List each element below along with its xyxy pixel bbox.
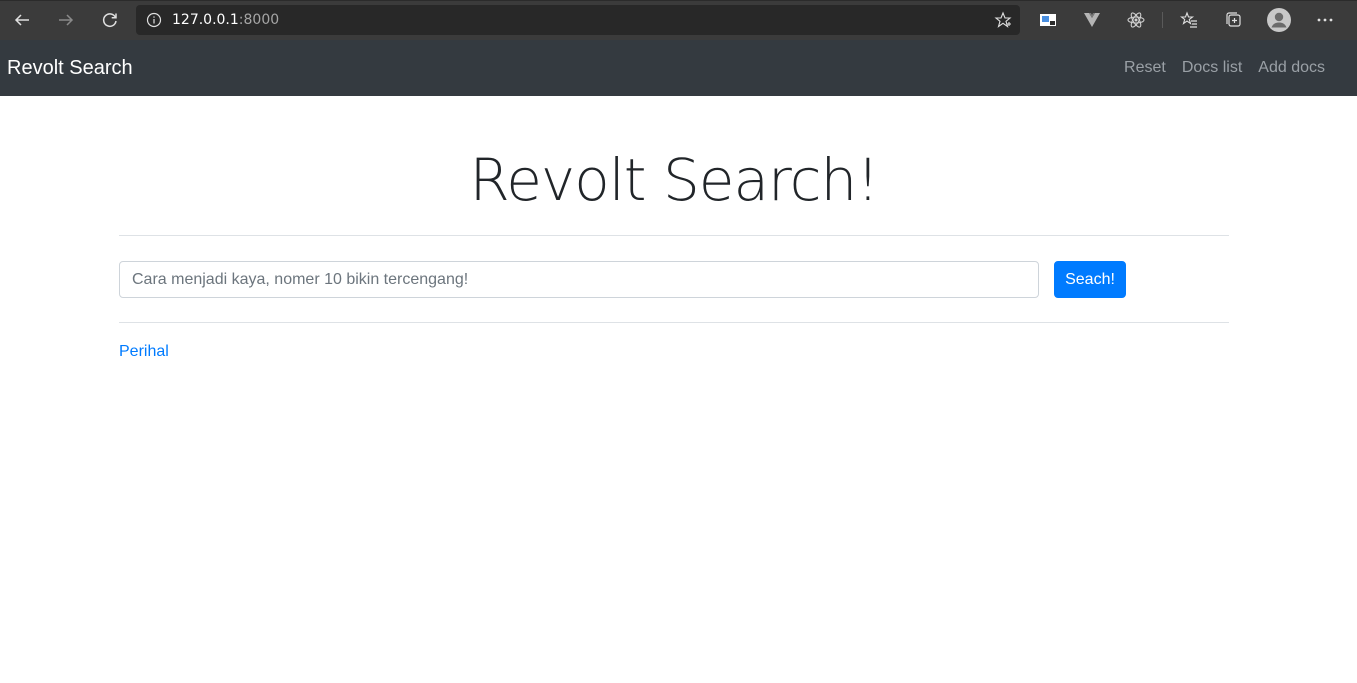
toolbar-separator [1162, 12, 1163, 28]
page-title: Revolt Search! [469, 146, 880, 214]
collections-icon [1226, 12, 1241, 27]
divider-top [119, 235, 1229, 236]
app-navbar: Revolt Search Reset Docs list Add docs [0, 40, 1357, 96]
profile-avatar-icon [1267, 8, 1291, 32]
star-icon [994, 11, 1012, 28]
browser-toolbar: 127.0.0.1:8000 [0, 0, 1357, 40]
add-favorite-button[interactable] [994, 11, 1012, 29]
favorites-button[interactable] [1171, 0, 1207, 40]
navbar-brand[interactable]: Revolt Search [7, 57, 133, 80]
profile-button[interactable] [1261, 0, 1297, 40]
search-button[interactable]: Seach! [1054, 261, 1126, 298]
arrow-left-icon [14, 14, 29, 26]
nav-link-add-docs[interactable]: Add docs [1250, 59, 1333, 77]
vue-devtools-icon [1084, 13, 1100, 27]
reload-icon [102, 13, 117, 27]
url-text: 127.0.0.1:8000 [172, 12, 279, 28]
more-menu-button[interactable] [1307, 0, 1343, 40]
search-input[interactable] [119, 261, 1039, 298]
site-info-button[interactable] [136, 5, 172, 35]
extension-bar [1030, 0, 1343, 40]
nav-link-reset[interactable]: Reset [1116, 59, 1174, 77]
nav-link-docs-list[interactable]: Docs list [1174, 59, 1250, 77]
perihal-link[interactable]: Perihal [119, 343, 169, 361]
arrow-right-icon [59, 14, 74, 26]
url-port: :8000 [238, 12, 280, 28]
favorites-icon [1180, 11, 1197, 28]
reload-button[interactable] [88, 0, 132, 40]
forward-button[interactable] [44, 0, 88, 40]
divider-bottom [119, 322, 1229, 323]
back-button[interactable] [0, 0, 44, 40]
screenshot-extension-icon [1040, 14, 1056, 26]
collections-button[interactable] [1215, 0, 1251, 40]
react-devtools-button[interactable] [1118, 0, 1154, 40]
screenshot-extension-button[interactable] [1030, 0, 1066, 40]
navbar-links: Reset Docs list Add docs [1116, 59, 1333, 77]
address-bar[interactable]: 127.0.0.1:8000 [136, 5, 1020, 35]
react-devtools-icon [1127, 12, 1145, 28]
vue-devtools-button[interactable] [1074, 0, 1110, 40]
url-host: 127.0.0.1 [172, 12, 239, 28]
info-icon [146, 12, 162, 28]
more-menu-icon [1317, 18, 1333, 22]
